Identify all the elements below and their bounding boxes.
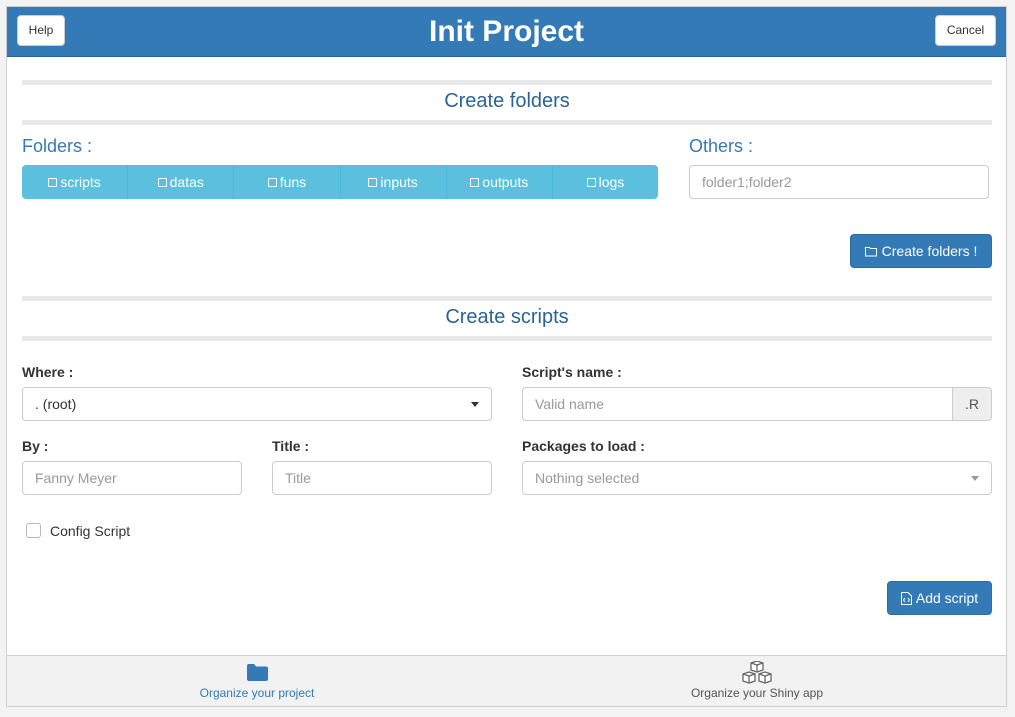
add-script-label: Add script: [915, 590, 979, 606]
cubes-icon: [742, 661, 772, 684]
where-selected-value: . (root): [35, 396, 77, 412]
config-script-checkbox[interactable]: [26, 523, 41, 538]
create-folders-label: Create folders !: [881, 243, 978, 259]
bottom-tab-bar: Organize your project Organize your Shin…: [7, 655, 1006, 706]
others-label: Others :: [689, 136, 754, 156]
title-label: Title :: [272, 438, 310, 454]
by-input[interactable]: [22, 461, 242, 495]
create-folders-button[interactable]: Create folders !: [850, 234, 992, 268]
folders-label: Folders :: [22, 136, 93, 156]
checkbox-icon: [368, 177, 378, 187]
packages-select[interactable]: Nothing selected: [522, 461, 992, 495]
by-label: By :: [22, 438, 49, 454]
section-divider-top: [22, 80, 992, 85]
tab-organize-project[interactable]: Organize your project: [132, 656, 382, 706]
packages-placeholder: Nothing selected: [535, 470, 640, 486]
add-script-button[interactable]: Add script: [887, 581, 992, 615]
checkbox-icon: [586, 177, 596, 187]
script-extension-addon: .R: [952, 387, 992, 421]
folder-open-icon: [864, 246, 877, 256]
script-name-input[interactable]: [522, 387, 953, 421]
checkbox-icon: [157, 177, 167, 187]
section-divider-bottom: [22, 336, 992, 341]
section-divider-bottom: [22, 120, 992, 125]
checkbox-icon: [267, 177, 277, 187]
create-folders-title: Create folders: [444, 90, 570, 112]
title-bar: Help Init Project Cancel: [7, 7, 1006, 57]
packages-label: Packages to load :: [522, 438, 645, 454]
chevron-down-icon: [971, 476, 979, 481]
folder-toggle-label: datas: [169, 174, 204, 190]
folder-button-group: scripts datas funs inputs outputs logs: [22, 165, 658, 199]
where-select[interactable]: . (root): [22, 387, 492, 421]
folder-toggle-scripts[interactable]: scripts: [22, 165, 129, 199]
section-divider-top: [22, 296, 992, 301]
tab-label: Organize your Shiny app: [690, 686, 824, 700]
folder-toggle-label: inputs: [380, 174, 418, 190]
chevron-down-icon: [471, 402, 479, 407]
checkbox-icon: [470, 177, 480, 187]
folder-toggle-label: logs: [598, 174, 625, 190]
page-title: Init Project: [428, 15, 585, 48]
gadget-window: Help Init Project Cancel Create folders …: [6, 6, 1007, 707]
folder-toggle-inputs[interactable]: inputs: [340, 165, 447, 199]
folder-toggle-label: funs: [279, 174, 307, 190]
others-folders-input[interactable]: [689, 165, 989, 199]
folder-toggle-logs[interactable]: logs: [552, 165, 658, 199]
tab-label: Organize your project: [199, 686, 315, 700]
where-label: Where :: [22, 364, 74, 380]
folder-toggle-label: outputs: [482, 174, 529, 190]
checkbox-icon: [48, 177, 58, 187]
folder-toggle-label: scripts: [60, 174, 101, 190]
config-script-label: Config Script: [50, 523, 131, 539]
file-code-icon: [900, 591, 912, 605]
title-input[interactable]: [272, 461, 492, 495]
folder-icon: [247, 664, 268, 681]
folder-toggle-outputs[interactable]: outputs: [446, 165, 553, 199]
script-name-label: Script's name :: [522, 364, 622, 380]
tab-organize-shiny[interactable]: Organize your Shiny app: [632, 656, 882, 706]
cancel-button[interactable]: Cancel: [935, 15, 996, 46]
folder-toggle-datas[interactable]: datas: [128, 165, 235, 199]
folder-toggle-funs[interactable]: funs: [234, 165, 341, 199]
create-scripts-title: Create scripts: [445, 306, 569, 328]
